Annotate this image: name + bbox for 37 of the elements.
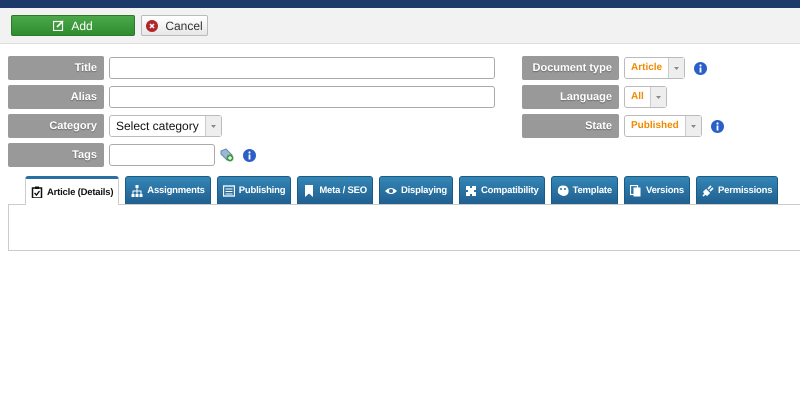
field-label: State	[522, 114, 619, 138]
caret-icon	[210, 124, 216, 128]
caret-icon	[656, 96, 661, 98]
tab[interactable]: Assignments	[125, 176, 211, 204]
field-label: Alias	[8, 85, 104, 109]
bookmark-icon	[303, 184, 316, 196]
calendar-icon	[222, 184, 235, 196]
add-button[interactable]: Add	[11, 15, 135, 36]
dropdown[interactable]: Select category	[109, 115, 222, 137]
tab[interactable]: Versions	[624, 176, 690, 204]
tag-add-icon	[220, 148, 234, 162]
puzzle-icon	[465, 184, 477, 196]
tab[interactable]: Publishing	[216, 176, 292, 204]
palette-icon	[556, 184, 569, 196]
edit-icon	[53, 20, 64, 31]
tab[interactable]: Template	[550, 176, 618, 204]
caret-icon	[674, 66, 680, 70]
tab[interactable]: Permissions	[696, 176, 778, 204]
copy-icon	[630, 184, 642, 196]
sitemap-icon	[131, 184, 144, 196]
caret-icon	[690, 124, 696, 128]
tab[interactable]: Compatibility	[459, 176, 545, 204]
input-field[interactable]	[109, 144, 215, 166]
field-label: Category	[8, 114, 104, 138]
input-field[interactable]	[109, 86, 495, 108]
tab[interactable]: Article (Details)	[25, 176, 120, 205]
tab[interactable]: Meta / SEO	[297, 176, 373, 204]
field-label: Language	[522, 85, 619, 109]
cancel-button[interactable]: Cancel	[141, 15, 208, 36]
clipboard-icon	[31, 186, 43, 198]
input-field[interactable]	[109, 57, 495, 79]
close-icon	[146, 20, 158, 32]
field-label: Document type	[522, 56, 619, 80]
tab[interactable]: Displaying	[378, 176, 453, 204]
field-label: Title	[8, 56, 104, 80]
field-label: Tags	[8, 143, 104, 167]
plug-icon	[702, 184, 714, 196]
